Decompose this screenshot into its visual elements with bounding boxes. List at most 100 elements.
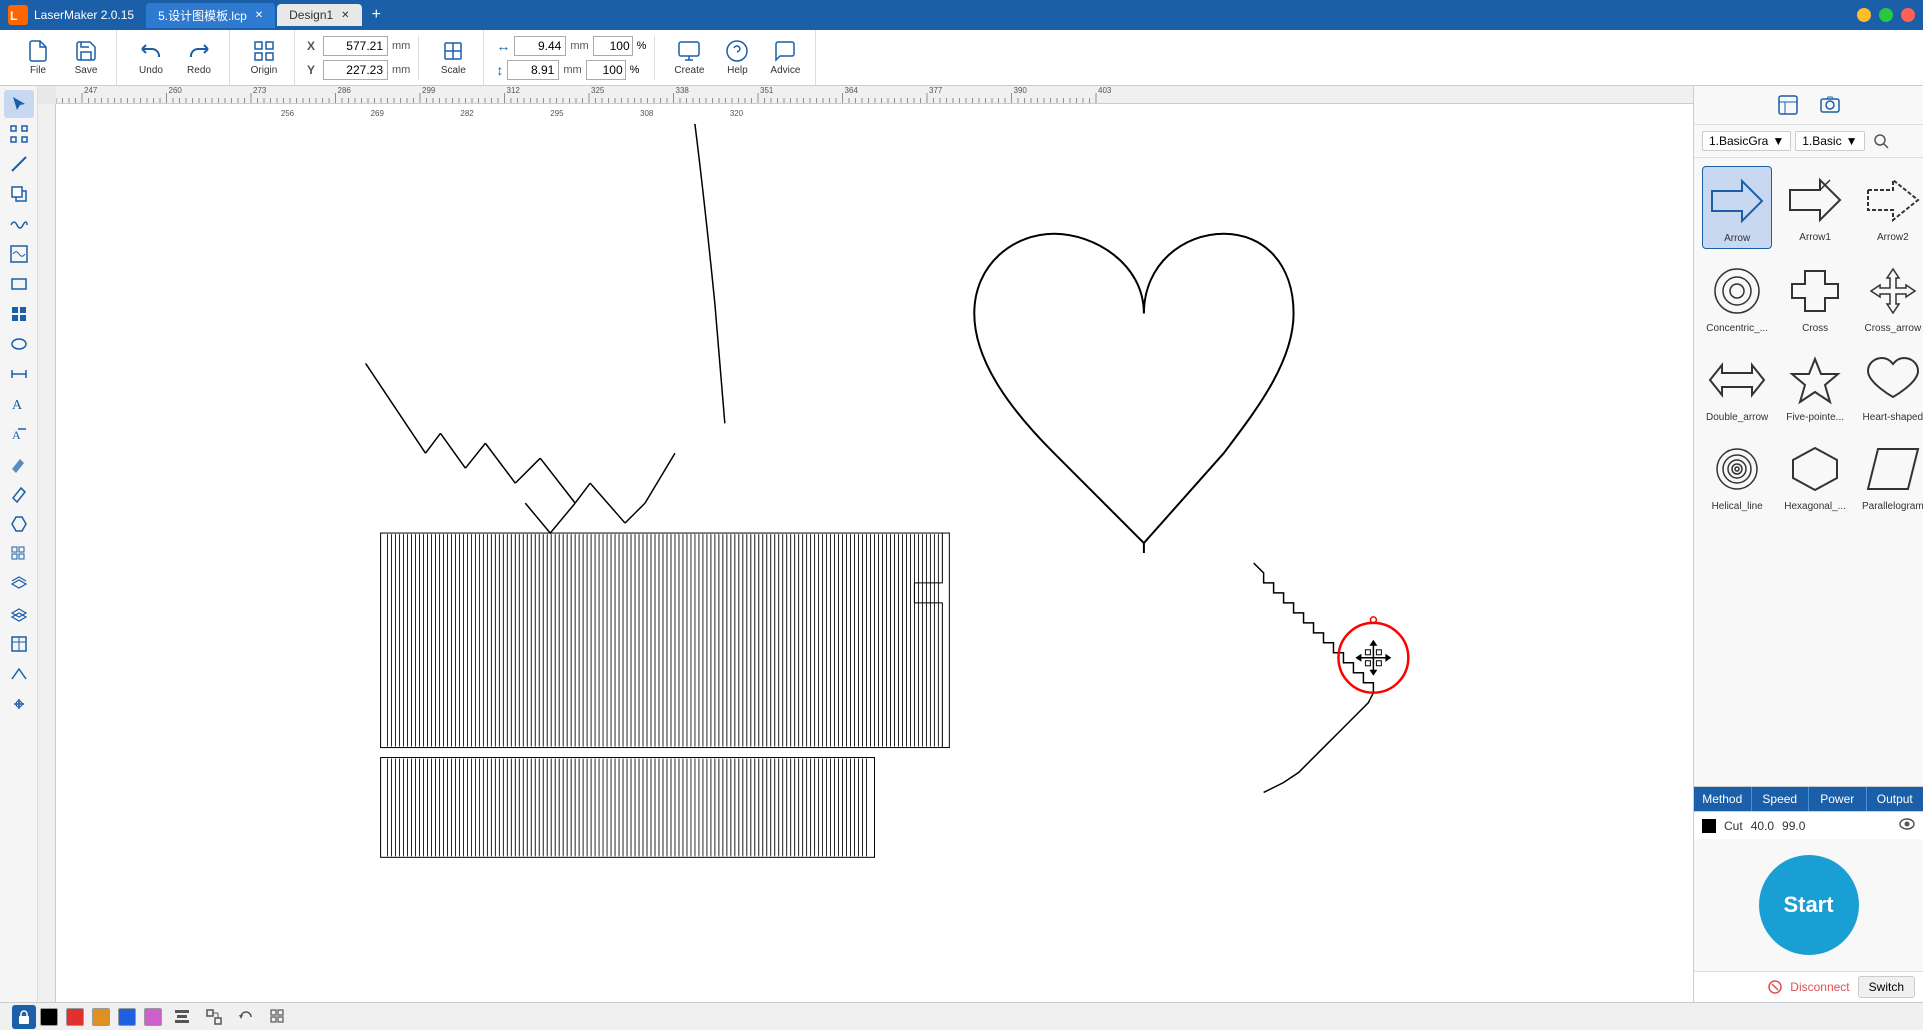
tab-design1[interactable]: Design1 ✕ bbox=[277, 4, 361, 26]
shape-double-arrow[interactable]: Double_arrow bbox=[1702, 346, 1772, 427]
shape-helical[interactable]: Helical_line bbox=[1702, 435, 1772, 516]
pencil-tool[interactable] bbox=[4, 480, 34, 508]
wave-tool[interactable] bbox=[4, 210, 34, 238]
align-button[interactable] bbox=[170, 1005, 194, 1029]
advice-button[interactable]: Advice bbox=[763, 36, 807, 80]
copy-icon bbox=[10, 185, 28, 203]
shape-arrow2[interactable]: Arrow2 bbox=[1858, 166, 1923, 249]
ellipse-tool[interactable] bbox=[4, 330, 34, 358]
proc-speed: 40.0 bbox=[1751, 819, 1774, 833]
layers2-tool[interactable] bbox=[4, 600, 34, 628]
shape-cross-arrow[interactable]: Cross_arrow bbox=[1858, 257, 1923, 338]
save-button[interactable]: Save bbox=[64, 36, 108, 80]
erase-tool[interactable] bbox=[4, 450, 34, 478]
add-tab-button[interactable]: + bbox=[364, 6, 389, 24]
width-arrow-icon: ↔ bbox=[496, 38, 510, 54]
color-blue[interactable] bbox=[118, 1008, 136, 1026]
tab-close-lcp[interactable]: ✕ bbox=[255, 10, 263, 21]
copy-tool[interactable] bbox=[4, 180, 34, 208]
tab-lcp[interactable]: 5.设计图模板.lcp ✕ bbox=[146, 3, 275, 28]
wave2-tool[interactable] bbox=[4, 240, 34, 268]
color-black[interactable] bbox=[40, 1008, 58, 1026]
canvas[interactable]: (function() { var g = document.getElemen… bbox=[56, 104, 1693, 1002]
scale-button[interactable]: Scale bbox=[431, 36, 475, 80]
file-button[interactable]: File bbox=[16, 36, 60, 80]
origin-button[interactable]: Origin bbox=[242, 36, 286, 80]
height-input[interactable] bbox=[507, 60, 559, 80]
shape-heart[interactable]: Heart-shaped bbox=[1858, 346, 1923, 427]
method-tab[interactable]: Method bbox=[1694, 787, 1752, 811]
right-panel: 1.BasicGra ▼ 1.Basic ▼ bbox=[1693, 86, 1923, 1002]
node-icon bbox=[10, 125, 28, 143]
y-input[interactable] bbox=[323, 60, 388, 80]
height-mm: mm bbox=[563, 64, 581, 76]
text-tool[interactable]: A bbox=[4, 390, 34, 418]
width-input[interactable] bbox=[514, 36, 566, 56]
help-icon bbox=[725, 39, 749, 63]
panel-camera-icon[interactable] bbox=[1819, 94, 1841, 116]
panel-search-button[interactable] bbox=[1873, 133, 1889, 149]
array-tool[interactable] bbox=[4, 540, 34, 568]
refresh-button[interactable] bbox=[234, 1005, 258, 1029]
scale-group: Scale bbox=[423, 30, 484, 85]
output-tab[interactable]: Output bbox=[1867, 787, 1923, 811]
select-tool[interactable] bbox=[4, 90, 34, 118]
color-orange[interactable] bbox=[92, 1008, 110, 1026]
width-pct-input[interactable] bbox=[593, 36, 633, 56]
text2-tool[interactable]: A bbox=[4, 420, 34, 448]
speed-tab[interactable]: Speed bbox=[1752, 787, 1810, 811]
x-input[interactable] bbox=[323, 36, 388, 56]
proc-visibility-icon[interactable] bbox=[1899, 818, 1915, 833]
canvas-svg[interactable]: (function() { var g = document.getElemen… bbox=[56, 104, 1693, 1002]
svg-text:312: 312 bbox=[507, 86, 521, 95]
arrow2-tool[interactable] bbox=[4, 660, 34, 688]
tab-close-design1[interactable]: ✕ bbox=[341, 10, 349, 21]
table-icon bbox=[10, 635, 28, 653]
fill-tool[interactable] bbox=[4, 510, 34, 538]
node-tool[interactable] bbox=[4, 120, 34, 148]
close-button[interactable] bbox=[1901, 8, 1915, 22]
panel-view-icon[interactable] bbox=[1777, 94, 1799, 116]
color-purple[interactable] bbox=[144, 1008, 162, 1026]
save-label: Save bbox=[75, 65, 98, 76]
canvas-area[interactable]: 247260273286299312325338351364377390403 bbox=[38, 86, 1693, 1002]
grid-fill-tool[interactable] bbox=[4, 300, 34, 328]
switch-button[interactable]: Switch bbox=[1858, 976, 1915, 998]
help-button[interactable]: Help bbox=[715, 36, 759, 80]
shape-parallelogram[interactable]: Parallelogram bbox=[1858, 435, 1923, 516]
create-button[interactable]: Create bbox=[667, 36, 711, 80]
minimize-button[interactable] bbox=[1857, 8, 1871, 22]
power-tab[interactable]: Power bbox=[1809, 787, 1867, 811]
table-tool[interactable] bbox=[4, 630, 34, 658]
shape-arrow1[interactable]: Arrow1 bbox=[1780, 166, 1850, 249]
left-toolbar: A A bbox=[0, 86, 38, 1002]
shape-concentric[interactable]: Concentric_... bbox=[1702, 257, 1772, 338]
lock-icon[interactable] bbox=[12, 1005, 36, 1029]
double-arrow-shape-icon bbox=[1707, 350, 1767, 410]
color-red[interactable] bbox=[66, 1008, 84, 1026]
redo-button[interactable]: Redo bbox=[177, 36, 221, 80]
undo-button[interactable]: Undo bbox=[129, 36, 173, 80]
group-button[interactable] bbox=[202, 1005, 226, 1029]
svg-text:L: L bbox=[10, 9, 17, 23]
scale-icon bbox=[441, 39, 465, 63]
height-pct-input[interactable] bbox=[586, 60, 626, 80]
shape-five-pointed[interactable]: Five-pointe... bbox=[1780, 346, 1850, 427]
basicgray-dropdown[interactable]: 1.BasicGra ▼ bbox=[1702, 131, 1791, 151]
shape-cross[interactable]: Cross bbox=[1780, 257, 1850, 338]
shape-arrow[interactable]: Arrow bbox=[1702, 166, 1772, 249]
redo-label: Redo bbox=[187, 65, 211, 76]
file-icon bbox=[26, 39, 50, 63]
special-tool[interactable] bbox=[4, 690, 34, 718]
grid-button[interactable] bbox=[266, 1005, 290, 1029]
basic-dropdown[interactable]: 1.Basic ▼ bbox=[1795, 131, 1864, 151]
layers-tool[interactable] bbox=[4, 570, 34, 598]
shape-hexagonal[interactable]: Hexagonal_... bbox=[1780, 435, 1850, 516]
maximize-button[interactable] bbox=[1879, 8, 1893, 22]
line-tool[interactable] bbox=[4, 150, 34, 178]
start-button[interactable]: Start bbox=[1759, 855, 1859, 955]
hexagonal-label: Hexagonal_... bbox=[1784, 501, 1846, 512]
rect-tool[interactable] bbox=[4, 270, 34, 298]
disconnect-button[interactable]: Disconnect bbox=[1790, 980, 1849, 994]
rule-tool[interactable] bbox=[4, 360, 34, 388]
